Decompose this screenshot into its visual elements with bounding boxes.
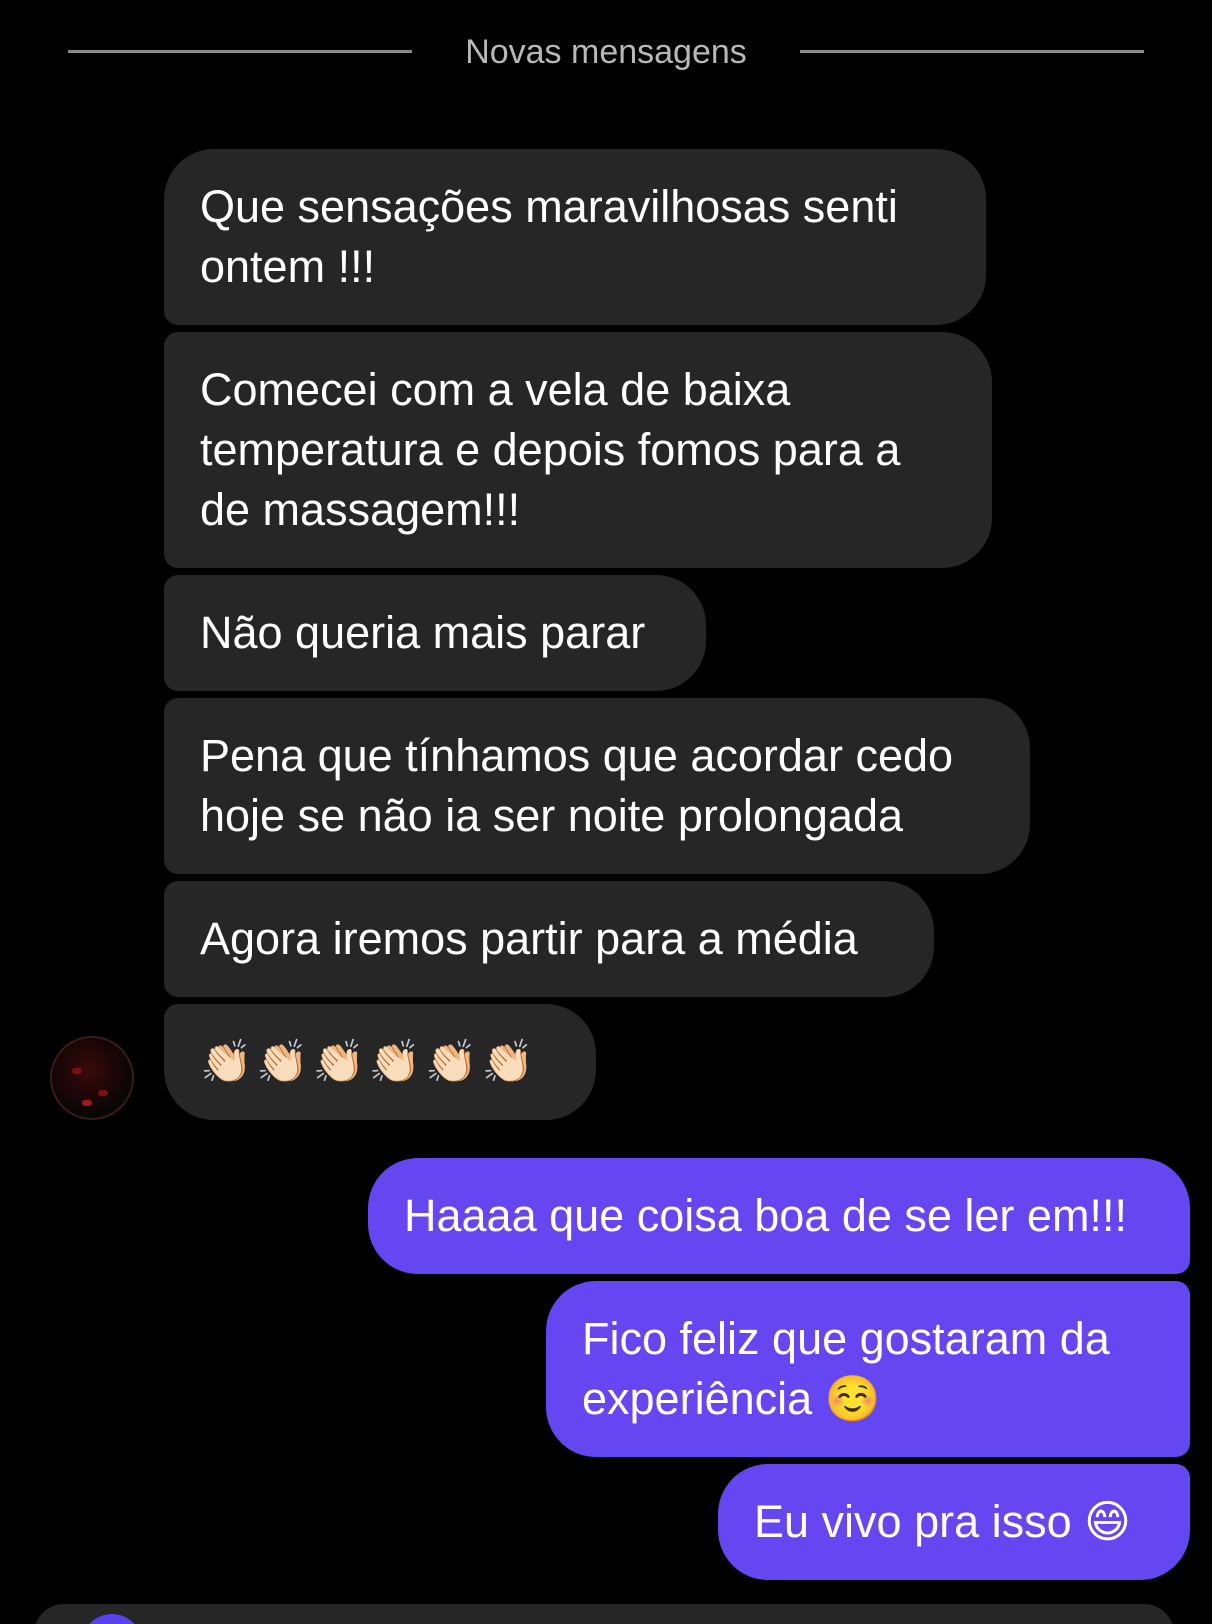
incoming-message[interactable]: Que sensações maravilhosas senti ontem !… — [164, 149, 986, 325]
divider-line-right — [800, 50, 1144, 53]
incoming-message[interactable]: Comecei com a vela de baixa temperatura … — [164, 332, 992, 568]
outgoing-message[interactable]: Fico feliz que gostaram da experiência ☺… — [546, 1281, 1190, 1457]
new-messages-divider: Novas mensagens — [68, 30, 1144, 78]
chat-screen: Novas mensagens Que sensações maravilhos… — [0, 0, 1220, 1624]
incoming-message[interactable]: Não queria mais parar — [164, 575, 706, 691]
incoming-emoji-message[interactable]: 👏🏻👏🏻👏🏻👏🏻👏🏻👏🏻 — [164, 1004, 596, 1120]
message-composer[interactable] — [34, 1604, 1174, 1624]
outgoing-message[interactable]: Eu vivo pra isso 😄 — [718, 1464, 1190, 1580]
contact-avatar[interactable] — [50, 1036, 134, 1120]
incoming-message[interactable]: Agora iremos partir para a média — [164, 881, 934, 997]
incoming-message[interactable]: Pena que tínhamos que acordar cedo hoje … — [164, 698, 1030, 874]
new-messages-label: Novas mensagens — [465, 33, 747, 71]
camera-icon[interactable] — [82, 1614, 142, 1624]
screen-edge — [1212, 0, 1220, 1624]
divider-line-left — [68, 50, 412, 53]
outgoing-message[interactable]: Haaaa que coisa boa de se ler em!!! — [368, 1158, 1190, 1274]
